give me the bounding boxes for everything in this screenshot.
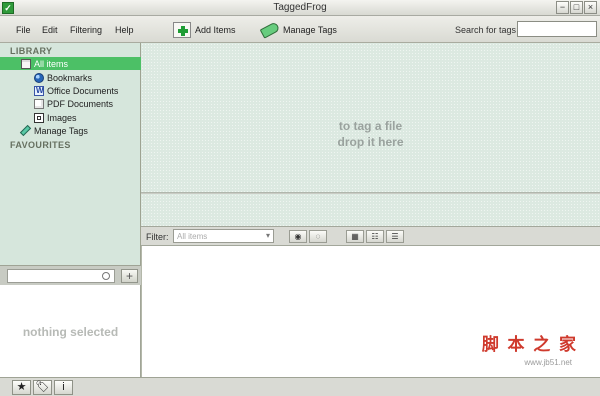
sidebar-item-label: Manage Tags — [34, 125, 88, 136]
site-watermark: 脚 本 之 家 — [481, 335, 578, 354]
image-icon — [34, 112, 44, 123]
sidebar-item-bookmarks[interactable]: Bookmarks — [0, 71, 141, 84]
office-document-icon — [34, 85, 44, 96]
sidebar: LIBRARY All items Bookmarks Office Docum… — [0, 43, 141, 265]
filter-selected-value: All items — [177, 232, 208, 241]
close-button[interactable]: × — [584, 1, 597, 14]
sidebar-item-images[interactable]: Images — [0, 111, 141, 124]
sidebar-item-label: Images — [47, 112, 77, 123]
sidebar-item-label: Office Documents — [47, 85, 119, 96]
title-bar: ✓ TaggedFrog − □ × — [0, 0, 600, 16]
tag-pen-icon — [259, 21, 281, 39]
empty-selection-text: nothing selected — [22, 325, 119, 339]
filter-label: Filter: — [146, 232, 169, 242]
sidebar-item-pdf-documents[interactable]: PDF Documents — [0, 97, 141, 110]
manage-tags-button[interactable]: Manage Tags — [259, 20, 337, 40]
favourite-button[interactable]: ★ — [12, 380, 31, 395]
filter-bar: Filter: All items ▾ ◉ ◌ ▦ ☷ ☰ — [141, 226, 600, 246]
search-label: Search for tags — [455, 25, 517, 35]
tag-panel-search-input[interactable] — [7, 269, 115, 283]
menu-filtering[interactable]: Filtering — [70, 25, 102, 35]
globe-icon — [34, 72, 44, 83]
search-icon — [102, 272, 110, 280]
site-watermark-url: www.jb51.net — [524, 358, 572, 367]
add-file-icon — [173, 22, 191, 38]
window-title: TaggedFrog — [273, 2, 327, 13]
filter-toggle-button-1[interactable]: ◉ — [289, 230, 307, 243]
maximize-button[interactable]: □ — [570, 1, 583, 14]
manage-tags-label: Manage Tags — [283, 25, 337, 35]
tag-search-panel: + — [0, 265, 141, 285]
details-pane: nothing selected — [0, 285, 141, 377]
add-items-button[interactable]: Add Items — [173, 20, 236, 40]
minimize-button[interactable]: − — [556, 1, 569, 14]
tag-search-input[interactable] — [517, 21, 597, 37]
view-details-button[interactable]: ☰ — [386, 230, 404, 243]
drop-zone-line-2: drop it here — [337, 135, 404, 149]
sidebar-item-label: All items — [34, 58, 69, 69]
menu-file[interactable]: File — [16, 25, 31, 35]
chevron-down-icon: ▾ — [265, 231, 270, 240]
menu-toolbar: File Edit Filtering Help Add Items Manag… — [0, 16, 600, 43]
item-list[interactable]: 脚 本 之 家 www.jb51.net — [141, 246, 600, 377]
filter-toggle-button-2[interactable]: ◌ — [309, 230, 327, 243]
sidebar-item-label: PDF Documents — [47, 98, 114, 109]
bottom-toolbar: ★ 🏷 i — [0, 377, 600, 396]
view-list-button[interactable]: ☷ — [366, 230, 384, 243]
drop-zone-lower[interactable] — [141, 194, 600, 226]
library-header: LIBRARY — [10, 46, 53, 56]
tag-button[interactable]: 🏷 — [33, 380, 52, 395]
sidebar-item-label: Bookmarks — [47, 72, 93, 83]
favourites-header: FAVOURITES — [10, 140, 71, 150]
view-thumbnails-button[interactable]: ▦ — [346, 230, 364, 243]
filter-select[interactable]: All items ▾ — [173, 229, 274, 243]
sidebar-item-manage-tags[interactable]: Manage Tags — [0, 124, 141, 137]
tag-pen-icon — [19, 124, 32, 137]
info-button[interactable]: i — [54, 380, 73, 395]
add-items-label: Add Items — [195, 25, 236, 35]
sidebar-item-office-documents[interactable]: Office Documents — [0, 84, 141, 97]
drop-zone[interactable]: to tag a file drop it here — [141, 43, 600, 193]
menu-help[interactable]: Help — [115, 25, 134, 35]
all-items-icon — [21, 58, 31, 69]
sidebar-item-all-items[interactable]: All items — [0, 57, 141, 70]
pdf-document-icon — [34, 98, 44, 109]
menu-edit[interactable]: Edit — [42, 25, 58, 35]
add-tag-button[interactable]: + — [121, 269, 138, 283]
drop-zone-line-1: to tag a file — [338, 119, 403, 133]
